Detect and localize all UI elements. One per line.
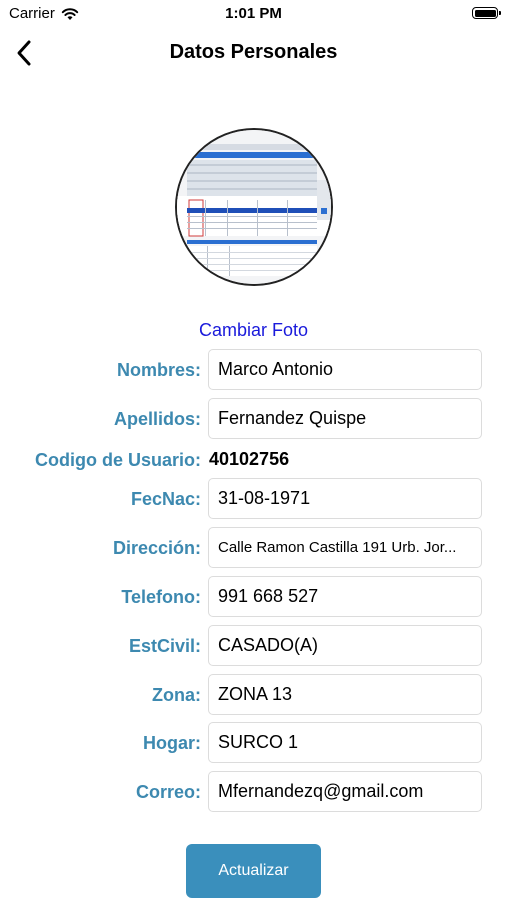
direccion-input[interactable] (208, 527, 482, 568)
change-photo-link[interactable]: Cambiar Foto (0, 320, 507, 341)
page-title: Datos Personales (169, 41, 338, 63)
nombres-label: Nombres: (116, 360, 201, 380)
status-bar: Carrier 1:01 PM (0, 0, 507, 28)
correo-input[interactable] (208, 771, 482, 812)
hogar-label: Hogar: (143, 733, 201, 753)
zona-label: Zona: (152, 685, 201, 705)
estcivil-label: EstCivil: (128, 636, 201, 656)
direccion-label: Dirección: (112, 538, 201, 558)
update-button[interactable]: Actualizar (186, 844, 321, 898)
field-row-zona: Zona: (0, 674, 507, 716)
field-row-estcivil: EstCivil: (0, 625, 507, 667)
field-row-nombres: Nombres: (0, 349, 507, 391)
fecnac-input[interactable] (208, 478, 482, 519)
fecnac-label: FecNac: (130, 489, 201, 509)
field-row-fecnac: FecNac: (0, 478, 507, 520)
correo-label: Correo: (135, 782, 201, 802)
field-row-codigo-usuario: Codigo de Usuario: 40102756 (0, 439, 507, 481)
status-time: 1:01 PM (225, 5, 282, 22)
field-row-correo: Correo: (0, 771, 507, 813)
field-row-telefono: Telefono: (0, 576, 507, 618)
estcivil-input[interactable] (208, 625, 482, 666)
field-row-apellidos: Apellidos: (0, 398, 507, 440)
field-row-direccion: Dirección: (0, 527, 507, 569)
telefono-input[interactable] (208, 576, 482, 617)
apellidos-input[interactable] (208, 398, 482, 439)
navigation-bar: Datos Personales (0, 28, 507, 76)
field-row-hogar: Hogar: (0, 722, 507, 764)
telefono-label: Telefono: (121, 587, 201, 607)
codigo-usuario-value: 40102756 (209, 449, 290, 469)
zona-input[interactable] (208, 674, 482, 715)
hogar-input[interactable] (208, 722, 482, 763)
apellidos-label: Apellidos: (113, 409, 201, 429)
profile-photo (175, 128, 333, 286)
battery-icon (472, 7, 501, 19)
profile-photo-image (177, 130, 331, 284)
codigo-usuario-label: Codigo de Usuario: (35, 450, 201, 470)
nombres-input[interactable] (208, 349, 482, 390)
